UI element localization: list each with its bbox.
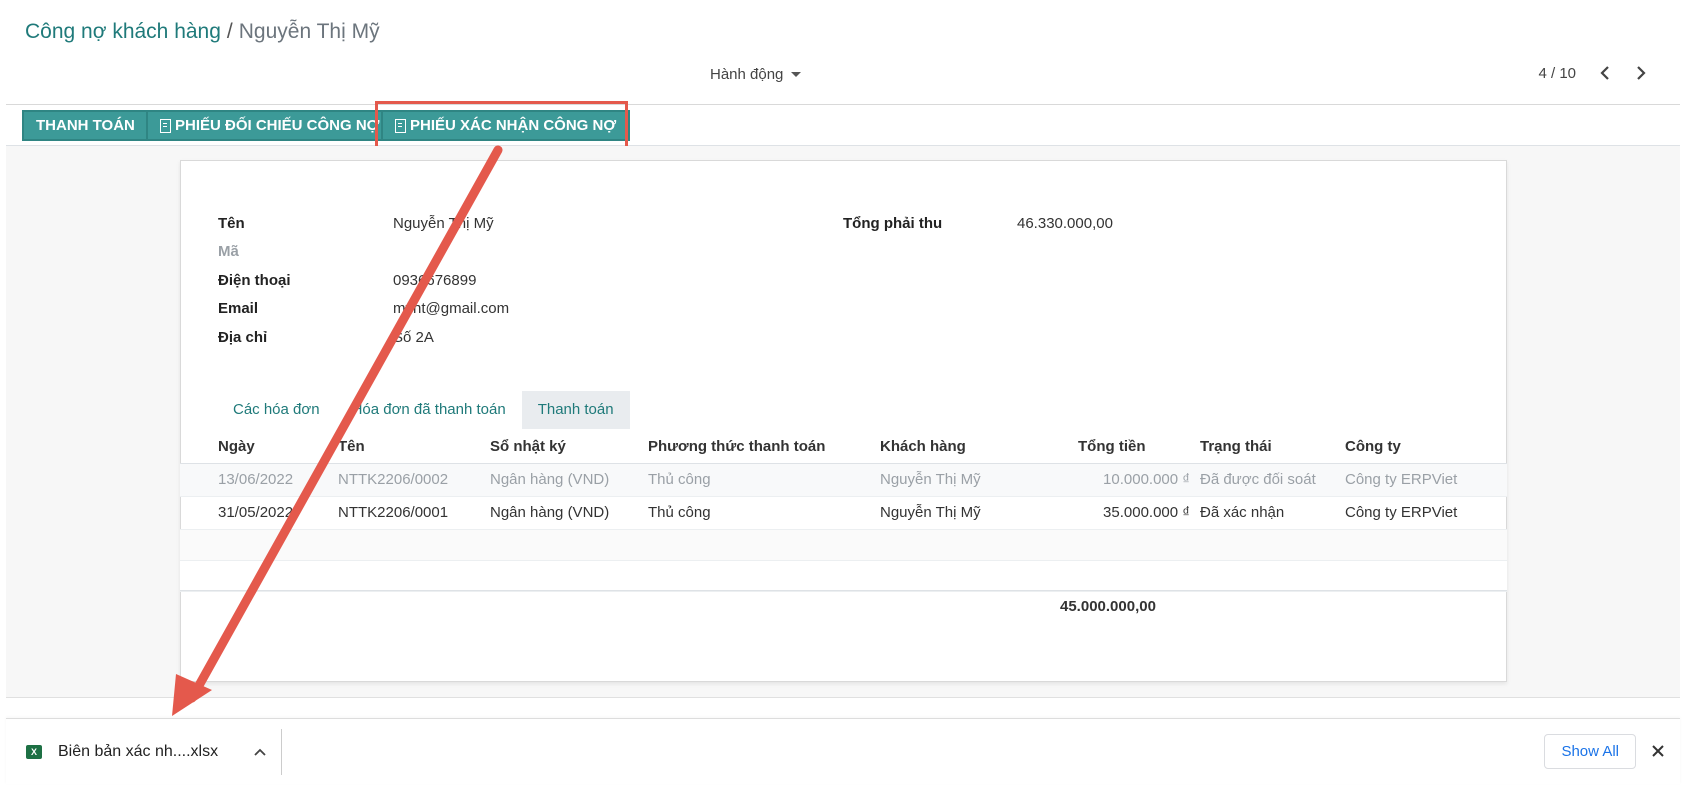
table-cell: NTTK2206/0002: [338, 463, 490, 497]
phone-label: Điện thoại: [218, 272, 291, 289]
payment-button-label: THANH TOÁN: [36, 117, 135, 134]
download-separator: [281, 729, 282, 775]
table-cell: Đã được đối soát: [1190, 463, 1345, 497]
column-header[interactable]: Tên: [338, 430, 490, 464]
table-cell: Ngân hàng (VND): [490, 496, 648, 530]
table-cell: Thủ công: [648, 463, 880, 497]
reconcile-form-button[interactable]: PHIẾU ĐỐI CHIẾU CÔNG NỢ: [146, 110, 394, 141]
table-row[interactable]: 13/06/2022 NTTK2206/0002 Ngân hàng (VND)…: [180, 463, 1507, 497]
table-cell: Đã xác nhận: [1190, 496, 1345, 530]
highlight-annotation: [375, 101, 628, 150]
pager-value[interactable]: 4 / 10: [1538, 65, 1576, 82]
file-excel-icon: [160, 118, 171, 133]
payment-button[interactable]: THANH TOÁN: [22, 110, 149, 141]
button-bar: THANH TOÁN PHIẾU ĐỐI CHIẾU CÔNG NỢ PHIẾU…: [6, 105, 1680, 146]
breadcrumb-current: Nguyễn Thị Mỹ: [238, 20, 380, 43]
tab-invoices[interactable]: Các hóa đơn: [217, 391, 336, 429]
reconcile-form-button-label: PHIẾU ĐỐI CHIẾU CÔNG NỢ: [175, 117, 380, 134]
action-menu-button[interactable]: Hành động: [710, 66, 802, 83]
code-label: Mã: [218, 243, 239, 260]
table-total: 45.000.000,00: [1060, 598, 1156, 615]
breadcrumb: Công nợ khách hàng / Nguyễn Thị Mỹ: [25, 20, 380, 44]
table-cell: Nguyễn Thị Mỹ: [880, 496, 1040, 530]
caret-down-icon: [791, 72, 802, 77]
total-receivable-label: Tổng phải thu: [843, 215, 943, 232]
table-cell: NTTK2206/0001: [338, 496, 490, 530]
tab-paid-invoices[interactable]: Hóa đơn đã thanh toán: [336, 391, 522, 429]
download-item[interactable]: X Biên bản xác nh....xlsx: [26, 719, 268, 785]
phone-value: 0936676899: [393, 272, 477, 289]
name-value: Nguyễn Thị Mỹ: [393, 215, 494, 232]
download-file-name: Biên bản xác nh....xlsx: [58, 743, 219, 760]
tab-payments[interactable]: Thanh toán: [521, 391, 630, 429]
chevron-right-icon[interactable]: [1634, 63, 1648, 83]
total-receivable-value: 46.330.000,00: [1017, 215, 1113, 232]
column-header[interactable]: Sổ nhật ký: [490, 430, 648, 464]
excel-file-icon: X: [26, 745, 42, 759]
empty-row: [180, 560, 1507, 592]
tab-bar: Các hóa đơn Hóa đơn đã thanh toán Thanh …: [217, 391, 630, 429]
column-header[interactable]: Trạng thái: [1190, 430, 1345, 464]
breadcrumb-parent-link[interactable]: Công nợ khách hàng: [25, 20, 221, 43]
total-divider: [180, 590, 1507, 591]
breadcrumb-separator: /: [226, 20, 233, 43]
column-header[interactable]: Ngày: [180, 430, 338, 464]
table-cell: 10.000.000 ₫: [1040, 463, 1190, 497]
table-cell: Ngân hàng (VND): [490, 463, 648, 497]
address-value: Số 2A: [393, 329, 434, 346]
address-label: Địa chỉ: [218, 329, 268, 346]
column-header[interactable]: Khách hàng: [880, 430, 1040, 464]
table-header-row: Ngày Tên Sổ nhật ký Phương thức thanh to…: [180, 430, 1507, 464]
chevron-up-icon[interactable]: [252, 744, 268, 760]
email-label: Email: [218, 300, 259, 317]
table-cell: Công ty ERPViet: [1345, 463, 1507, 497]
empty-row: [180, 529, 1507, 561]
column-header[interactable]: Công ty: [1345, 430, 1507, 464]
table-cell: Thủ công: [648, 496, 880, 530]
name-label: Tên: [218, 215, 245, 232]
pager: 4 / 10: [1538, 63, 1648, 83]
table-cell: Công ty ERPViet: [1345, 496, 1507, 530]
payments-table: Ngày Tên Sổ nhật ký Phương thức thanh to…: [180, 430, 1507, 592]
show-all-button[interactable]: Show All: [1544, 734, 1636, 769]
download-bar: X Biên bản xác nh....xlsx Show All: [6, 718, 1680, 784]
action-menu-label: Hành động: [710, 66, 784, 83]
column-header[interactable]: Tổng tiền: [1040, 430, 1190, 464]
table-row[interactable]: 31/05/2022 NTTK2206/0001 Ngân hàng (VND)…: [180, 496, 1507, 530]
table-cell: 35.000.000 ₫: [1040, 496, 1190, 530]
table-cell: 13/06/2022: [180, 463, 338, 497]
column-header[interactable]: Phương thức thanh toán: [648, 430, 880, 464]
table-cell: Nguyễn Thị Mỹ: [880, 463, 1040, 497]
table-cell: 31/05/2022: [180, 496, 338, 530]
email-value: mynt@gmail.com: [393, 300, 510, 317]
close-icon[interactable]: [1648, 741, 1668, 761]
chevron-left-icon[interactable]: [1598, 63, 1612, 83]
